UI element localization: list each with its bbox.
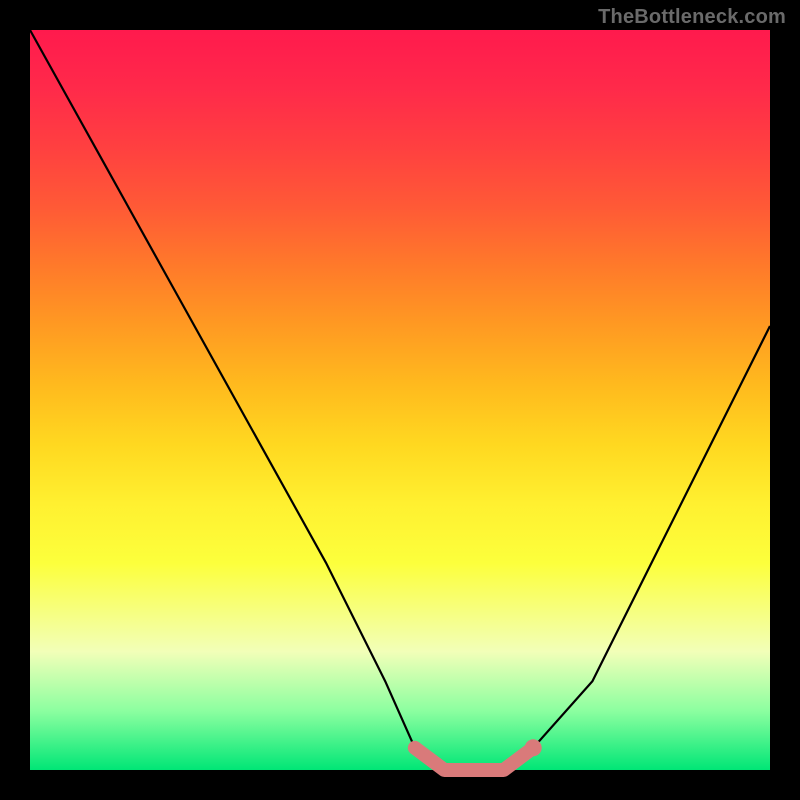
curve-svg (30, 30, 770, 770)
highlight-dot-right (525, 739, 542, 756)
chart-frame: TheBottleneck.com (0, 0, 800, 800)
plot-area (30, 30, 770, 770)
watermark-text: TheBottleneck.com (598, 6, 786, 29)
highlight-segment-path (415, 748, 533, 770)
bottleneck-curve-path (30, 30, 770, 770)
